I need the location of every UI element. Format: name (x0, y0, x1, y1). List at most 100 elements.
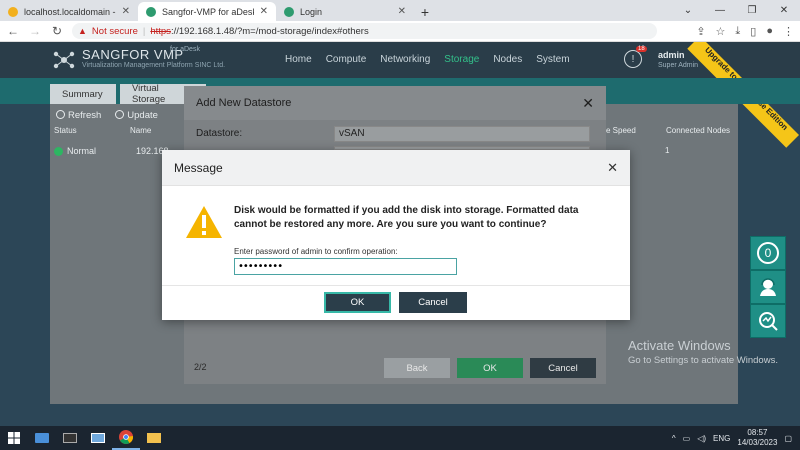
sangfor-favicon-icon (146, 6, 156, 17)
windows-logo-icon (8, 432, 20, 444)
taskbar-app-vmware[interactable] (84, 426, 112, 450)
back-arrow-icon[interactable]: ← (6, 24, 20, 38)
main-nav: Home Compute Networking Storage Nodes Sy… (285, 54, 570, 65)
col-name: Name (130, 126, 152, 135)
close-icon[interactable]: ✕ (260, 6, 268, 17)
taskbar-clock[interactable]: 08:57 14/03/2023 (737, 428, 777, 448)
reload-icon[interactable]: ↻ (50, 24, 64, 38)
nav-networking[interactable]: Networking (380, 54, 430, 65)
logo-subtitle: Virtualization Management Platform SINC … (82, 62, 226, 69)
clock-time: 08:57 (747, 428, 768, 437)
taskbar-app-terminal[interactable] (56, 426, 84, 450)
add-datastore-footer: 2/2 Back OK Cancel (184, 354, 606, 384)
nav-storage[interactable]: Storage (444, 54, 479, 65)
add-datastore-header: Add New Datastore ✕ (184, 86, 606, 120)
vmware-icon (91, 433, 105, 443)
logo-for: for aDesk (170, 46, 200, 53)
task-count: 0 (757, 242, 779, 264)
close-icon[interactable]: ✕ (122, 6, 130, 17)
chrome-icon (119, 430, 133, 444)
wizard-page-indicator: 2/2 (194, 362, 207, 372)
alarm-badge: 18 (636, 46, 647, 52)
warning-icon (186, 206, 222, 238)
url-divider: | (142, 25, 146, 37)
tab-title: Sangfor-VMP for aDesk (162, 6, 254, 17)
tab-title: Login (300, 6, 323, 17)
url-input[interactable]: ▲ Not secure | https://192.168.1.48/?m=/… (72, 23, 657, 39)
message-title: Message (174, 160, 223, 175)
cancel-button[interactable]: Cancel (399, 292, 467, 313)
close-icon[interactable]: ✕ (398, 6, 406, 17)
ok-button[interactable]: OK (324, 292, 391, 313)
pencil-icon (8, 6, 18, 17)
browser-tab-sangfor[interactable]: Sangfor-VMP for aDesk ✕ (138, 2, 276, 21)
windows-taskbar: ^ ▭ ◁) ENG 08:57 14/03/2023 ▢ (0, 426, 800, 450)
tab-search-icon[interactable]: ⌄ (672, 0, 704, 21)
language-indicator[interactable]: ENG (713, 434, 730, 443)
col-speed: e Speed (606, 126, 636, 135)
not-secure-label: Not secure (91, 25, 138, 37)
tab-summary[interactable]: Summary (50, 84, 116, 104)
divider (162, 285, 630, 286)
support-widget[interactable] (750, 270, 786, 304)
browser-tab-vmware[interactable]: localhost.localdomain - VMware ✕ (0, 2, 138, 21)
tab-title: localhost.localdomain - VMware (24, 6, 116, 17)
browser-tabbar: localhost.localdomain - VMware ✕ Sangfor… (0, 0, 800, 21)
message-header: Message ✕ (162, 150, 630, 186)
refresh-icon (56, 110, 65, 120)
table-row[interactable]: Normal 192.168. (54, 146, 171, 156)
terminal-icon (63, 433, 77, 443)
datastore-cancel-button[interactable]: Cancel (530, 358, 596, 378)
menu-dots-icon[interactable]: ⋮ (783, 25, 794, 38)
update-icon (115, 110, 125, 120)
logo-title: SANGFOR VMP (82, 47, 184, 62)
browser-tab-login[interactable]: Login ✕ (276, 2, 414, 21)
new-tab-button[interactable]: + (414, 2, 436, 21)
nav-system[interactable]: System (536, 54, 569, 65)
search-chart-icon (759, 312, 778, 331)
status-ok-icon (54, 146, 63, 156)
folder-icon (147, 433, 161, 443)
alarm-icon[interactable]: ! (624, 50, 642, 68)
tray-chevron-icon[interactable]: ^ (672, 434, 676, 443)
refresh-label: Refresh (68, 109, 102, 121)
system-tray: ^ ▭ ◁) ENG 08:57 14/03/2023 ▢ (672, 428, 800, 448)
minimize-icon[interactable]: — (704, 0, 736, 21)
side-panel-icon[interactable]: ▯ (750, 25, 756, 38)
activate-line2: Go to Settings to activate Windows. (628, 355, 778, 366)
taskbar-app-explorer[interactable] (140, 426, 168, 450)
share-icon[interactable]: ⇪ (696, 25, 705, 38)
restore-icon[interactable]: ❐ (736, 0, 768, 21)
datastore-field[interactable]: vSAN (334, 126, 590, 142)
refresh-button[interactable]: Refresh (56, 110, 101, 121)
tray-volume-icon[interactable]: ◁) (697, 434, 706, 443)
close-icon[interactable]: ✕ (582, 95, 594, 112)
tray-network-icon[interactable]: ▭ (683, 434, 691, 443)
taskbar-app-chrome[interactable] (112, 426, 140, 450)
message-dialog: Message ✕ Disk would be formatted if you… (162, 150, 630, 320)
user-role: Super Admin (658, 62, 699, 69)
datastore-ok-button[interactable]: OK (457, 358, 523, 378)
sangfor-logo-icon (53, 51, 75, 69)
profile-icon[interactable]: ● (766, 25, 773, 38)
message-text: Disk would be formatted if you add the d… (234, 205, 579, 230)
forward-arrow-icon[interactable]: → (28, 24, 42, 38)
taskbar-app-remote[interactable] (28, 426, 56, 450)
diagnostics-widget[interactable] (750, 304, 786, 338)
nav-home[interactable]: Home (285, 54, 312, 65)
start-button[interactable] (0, 432, 28, 444)
nav-compute[interactable]: Compute (326, 54, 367, 65)
update-button[interactable]: Update (115, 110, 158, 121)
col-status: Status (54, 126, 77, 135)
support-agent-icon (760, 278, 776, 296)
download-icon[interactable]: ⤓ (735, 25, 740, 38)
back-button[interactable]: Back (384, 358, 450, 378)
nav-nodes[interactable]: Nodes (493, 54, 522, 65)
add-datastore-title: Add New Datastore (196, 97, 292, 109)
notifications-icon[interactable]: ▢ (784, 434, 792, 443)
bookmark-star-icon[interactable]: ☆ (716, 25, 726, 38)
password-input[interactable] (234, 258, 457, 275)
close-window-icon[interactable]: ✕ (768, 0, 800, 21)
task-counter-widget[interactable]: 0 (750, 236, 786, 270)
close-icon[interactable]: ✕ (607, 160, 618, 176)
